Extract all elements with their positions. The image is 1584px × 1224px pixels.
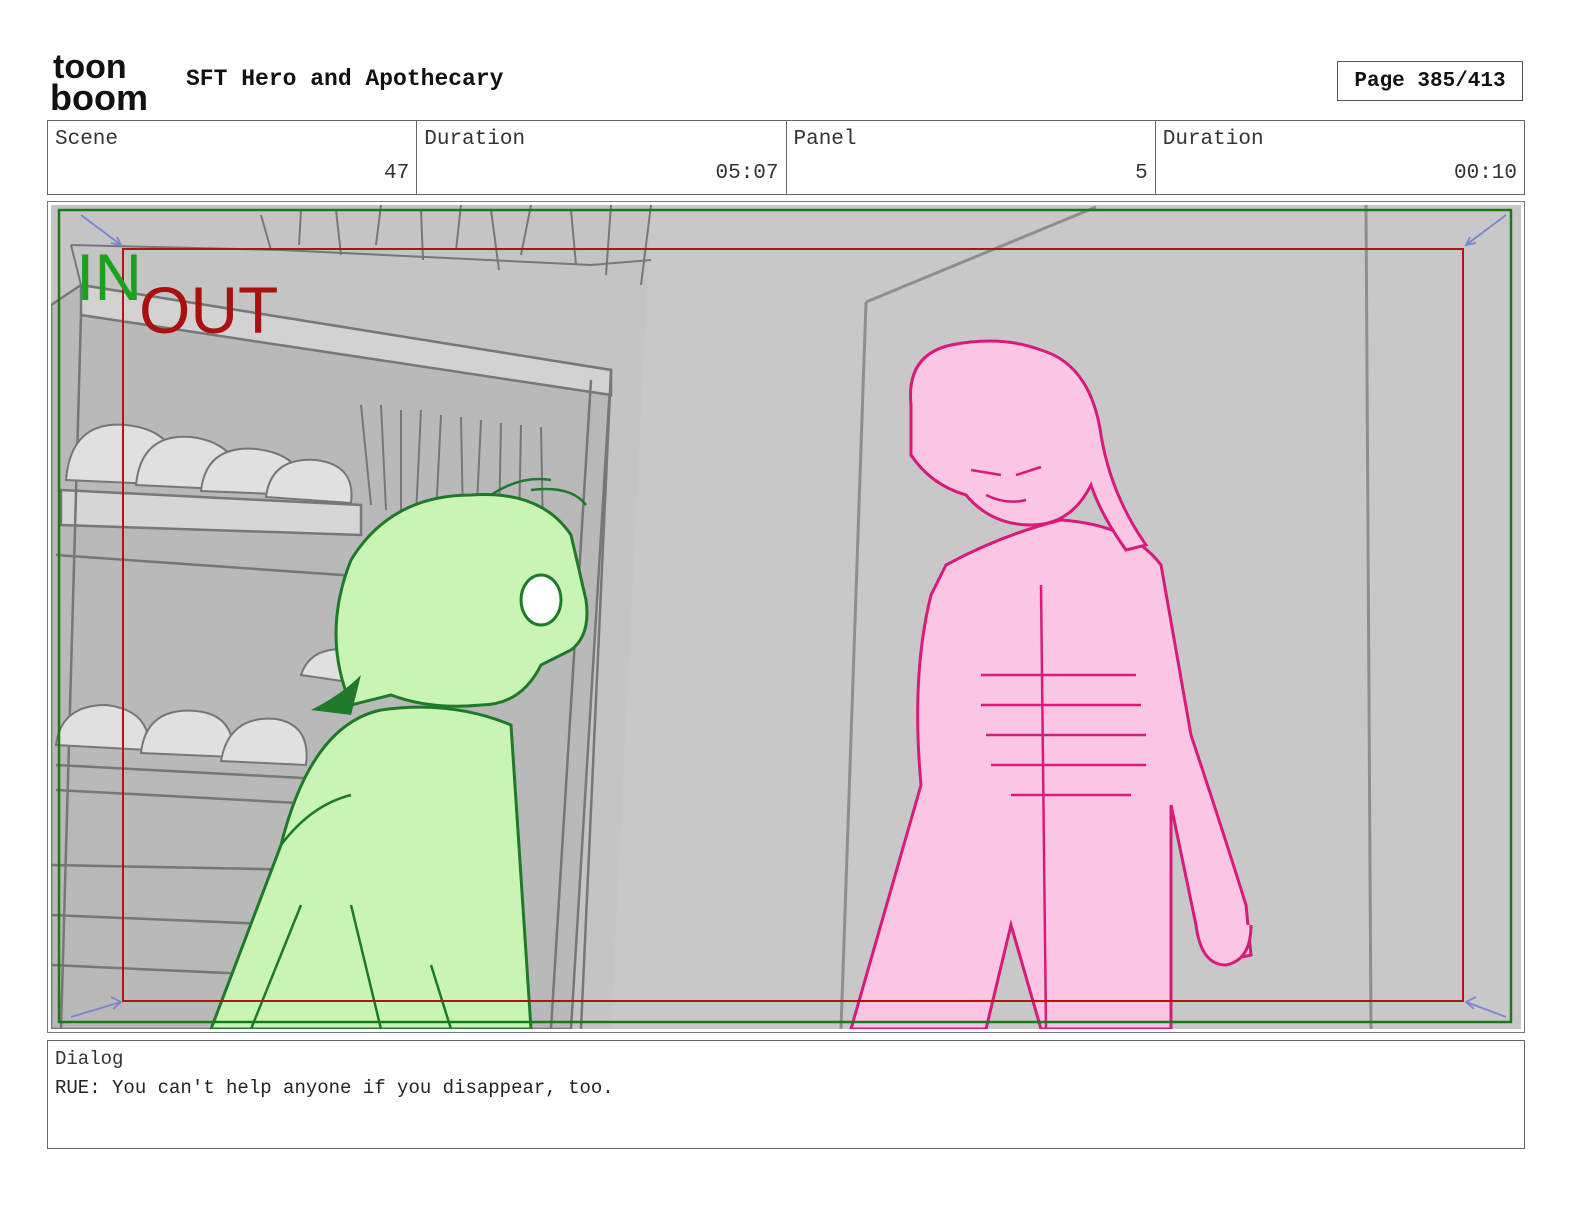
scene-label: Scene — [55, 128, 119, 151]
page-counter: Page 385/413 — [1337, 61, 1523, 101]
panel-duration-cell: Duration 00:10 — [1156, 121, 1524, 194]
dialog-box: Dialog RUE: You can't help anyone if you… — [47, 1040, 1525, 1149]
logo-text-bottom: boom — [50, 77, 148, 112]
panel-value: 5 — [1135, 162, 1148, 185]
scene-duration-cell: Duration 05:07 — [417, 121, 787, 194]
panel-label: Panel — [793, 128, 857, 151]
out-label: OUT — [139, 273, 278, 347]
panel-cell: Panel 5 — [787, 121, 1156, 194]
panel-drawing: IN OUT — [51, 205, 1521, 1029]
toonboom-logo-icon: toon boom — [50, 48, 148, 118]
info-row: Scene 47 Duration 05:07 Panel 5 Duration… — [47, 120, 1525, 195]
panel-duration-label: Duration — [1162, 128, 1264, 151]
project-title: SFT Hero and Apothecary — [186, 66, 504, 92]
storyboard-panel: IN OUT — [47, 201, 1525, 1033]
dialog-label: Dialog — [55, 1048, 124, 1070]
toonboom-logo: toon boom — [50, 48, 164, 118]
scene-value: 47 — [384, 162, 410, 185]
in-label: IN — [76, 240, 142, 314]
dialog-text: RUE: You can't help anyone if you disapp… — [55, 1077, 614, 1099]
panel-duration-value: 00:10 — [1453, 162, 1517, 185]
scene-duration-label: Duration — [424, 128, 526, 151]
scene-cell: Scene 47 — [48, 121, 418, 194]
scene-duration-value: 05:07 — [715, 162, 779, 185]
